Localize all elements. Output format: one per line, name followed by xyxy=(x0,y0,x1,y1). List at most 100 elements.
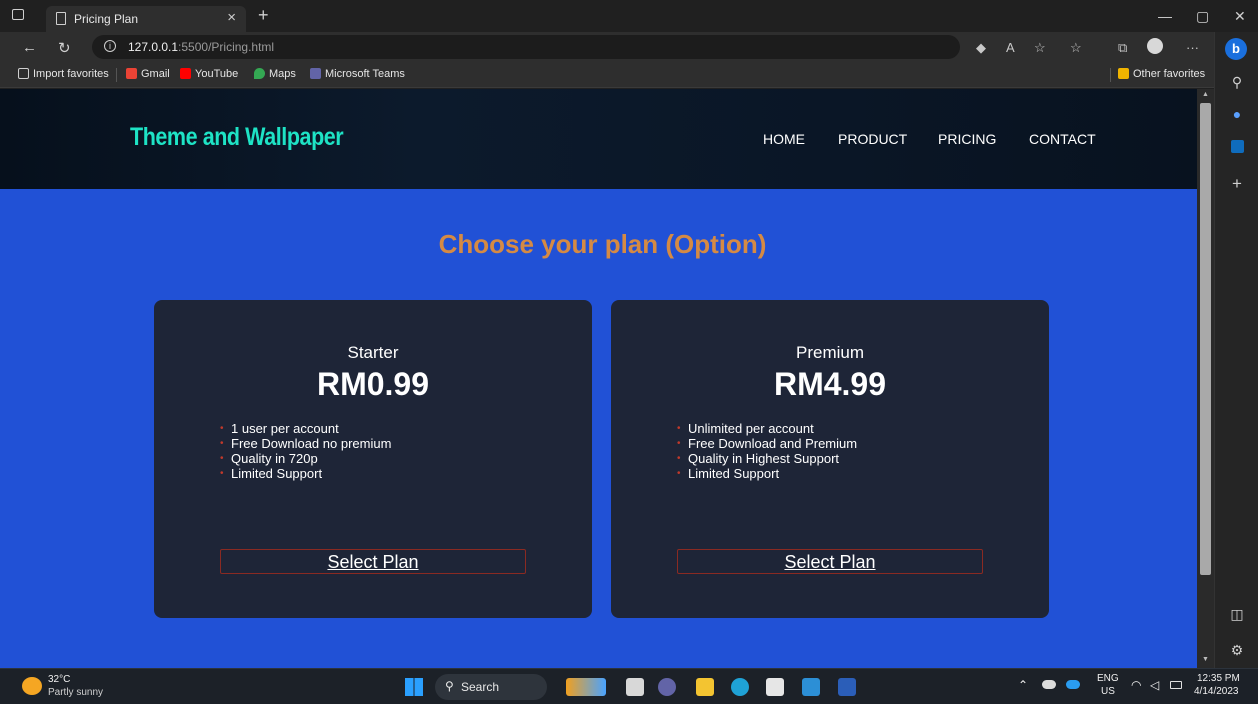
plan-name: Starter xyxy=(347,343,399,362)
more-menu-icon[interactable]: ··· xyxy=(1186,40,1199,55)
plan-card-starter: Starter RM0.99 1 user per account Free D… xyxy=(154,300,592,618)
nav-pricing[interactable]: PRICING xyxy=(938,131,996,147)
back-icon[interactable]: ← xyxy=(22,39,37,56)
youtube-link[interactable]: YouTube xyxy=(180,68,238,80)
minimize-icon[interactable]: — xyxy=(1158,8,1172,24)
hide-sidebar-icon[interactable]: ◫ xyxy=(1227,604,1247,624)
list-item: 1 user per account xyxy=(220,421,391,436)
copilot-icon[interactable]: ● xyxy=(1227,104,1247,124)
collections-icon[interactable]: ⧉ xyxy=(1118,40,1127,56)
clock-date[interactable]: 4/14/2023 xyxy=(1194,686,1239,697)
clock-time[interactable]: 12:35 PM xyxy=(1197,673,1240,684)
scroll-down-icon[interactable]: ▼ xyxy=(1202,656,1209,663)
active-tab[interactable]: Pricing Plan × xyxy=(46,6,246,32)
other-favorites-link[interactable]: Other favorites xyxy=(1118,68,1205,80)
import-favorites-link[interactable]: Import favorites xyxy=(18,68,109,80)
language-indicator[interactable]: ENG xyxy=(1097,673,1119,684)
outlook-icon[interactable] xyxy=(1227,138,1247,158)
plan-price: RM4.99 xyxy=(773,366,887,402)
nav-contact[interactable]: CONTACT xyxy=(1029,131,1096,147)
windows-taskbar: 32°C Partly sunny ⚲ Search ⌃ ENG US ◠ ◁ … xyxy=(0,668,1258,704)
maps-link[interactable]: Maps xyxy=(254,68,296,80)
site-logo[interactable]: Theme and Wallpaper xyxy=(130,123,344,152)
weather-icon[interactable] xyxy=(22,677,42,695)
profile-avatar[interactable] xyxy=(1147,38,1163,54)
import-icon xyxy=(18,68,29,79)
address-bar[interactable]: i 127.0.0.1:5500/Pricing.html xyxy=(92,35,960,59)
edge-sidebar: b ⚲ ● + ◫ ⚙ xyxy=(1214,32,1258,668)
add-favorite-icon[interactable]: ☆ xyxy=(1034,40,1046,56)
show-hidden-icons-icon[interactable]: ⌃ xyxy=(1018,678,1028,692)
list-item: Free Download no premium xyxy=(220,436,391,451)
teams-chat-icon[interactable] xyxy=(658,678,676,696)
page-icon xyxy=(56,12,66,25)
feature-list: 1 user per account Free Download no prem… xyxy=(220,421,391,481)
maps-icon xyxy=(254,68,265,79)
scrollbar-thumb[interactable] xyxy=(1200,103,1211,575)
settings-icon[interactable]: ⚙ xyxy=(1227,640,1247,660)
browser-tab-strip: Pricing Plan × + — ▢ ✕ xyxy=(0,0,1258,32)
list-item: Unlimited per account xyxy=(677,421,857,436)
nav-product[interactable]: PRODUCT xyxy=(838,131,907,147)
youtube-icon xyxy=(180,68,191,79)
plan-price: RM0.99 xyxy=(316,366,430,402)
gmail-link[interactable]: Gmail xyxy=(126,68,170,80)
select-plan-button[interactable]: Select Plan xyxy=(677,549,983,574)
widgets-icon[interactable] xyxy=(566,678,606,696)
list-item: Quality in 720p xyxy=(220,451,391,466)
read-aloud-icon[interactable]: A xyxy=(1006,40,1015,55)
page-viewport: Theme and Wallpaper HOME PRODUCT PRICING… xyxy=(0,89,1197,668)
favorites-divider xyxy=(1110,68,1111,82)
favorites-divider xyxy=(116,68,117,82)
bing-chat-icon[interactable]: b xyxy=(1225,38,1247,60)
new-tab-icon[interactable]: + xyxy=(258,5,269,26)
scroll-up-icon[interactable]: ▲ xyxy=(1202,91,1209,98)
tab-title: Pricing Plan xyxy=(74,12,139,26)
select-plan-button[interactable]: Select Plan xyxy=(220,549,526,574)
file-explorer-icon[interactable] xyxy=(696,678,714,696)
feature-list: Unlimited per account Free Download and … xyxy=(677,421,857,481)
close-tab-icon[interactable]: × xyxy=(227,9,236,26)
list-item: Quality in Highest Support xyxy=(677,451,857,466)
weather-desc[interactable]: Partly sunny xyxy=(48,687,103,698)
word-icon[interactable] xyxy=(838,678,856,696)
onedrive-icon[interactable] xyxy=(1066,680,1080,689)
list-item: Free Download and Premium xyxy=(677,436,857,451)
search-icon[interactable]: ⚲ xyxy=(1227,72,1247,92)
weather-temp[interactable]: 32°C xyxy=(48,674,70,685)
favorites-icon[interactable]: ☆ xyxy=(1070,40,1082,56)
favorites-bar: Import favorites Gmail YouTube Maps Micr… xyxy=(0,62,1214,88)
search-icon: ⚲ xyxy=(445,679,454,693)
volume-icon[interactable]: ◁ xyxy=(1150,678,1159,692)
nav-home[interactable]: HOME xyxy=(763,131,805,147)
add-sidebar-app-icon[interactable]: + xyxy=(1227,174,1247,194)
site-header: Theme and Wallpaper HOME PRODUCT PRICING… xyxy=(0,89,1197,189)
teams-link[interactable]: Microsoft Teams xyxy=(310,68,405,80)
browser-toolbar: ← ↻ i 127.0.0.1:5500/Pricing.html ◆ A ☆ … xyxy=(0,32,1214,62)
battery-icon[interactable] xyxy=(1170,681,1182,689)
page-scrollbar[interactable]: ▲ ▼ xyxy=(1197,89,1214,668)
task-view-icon[interactable] xyxy=(626,678,644,696)
teams-icon xyxy=(310,68,321,79)
cloud-icon[interactable] xyxy=(1042,680,1056,689)
windows-start-icon[interactable] xyxy=(405,678,423,696)
list-item: Limited Support xyxy=(677,466,857,481)
folder-icon xyxy=(1118,68,1129,79)
tab-actions-icon[interactable] xyxy=(12,9,24,20)
gmail-icon xyxy=(126,68,137,79)
plan-name: Premium xyxy=(795,343,864,362)
wifi-icon[interactable]: ◠ xyxy=(1131,678,1141,692)
list-item: Limited Support xyxy=(220,466,391,481)
edge-icon[interactable] xyxy=(731,678,749,696)
extension-icon[interactable]: ◆ xyxy=(976,40,986,56)
region-indicator[interactable]: US xyxy=(1101,686,1115,697)
store-icon[interactable] xyxy=(766,678,784,696)
close-window-icon[interactable]: ✕ xyxy=(1234,8,1246,25)
taskbar-search[interactable]: ⚲ Search xyxy=(435,674,547,700)
info-icon[interactable]: i xyxy=(104,40,116,52)
vscode-icon[interactable] xyxy=(802,678,820,696)
restore-icon[interactable]: ▢ xyxy=(1196,8,1209,25)
url-text: 127.0.0.1:5500/Pricing.html xyxy=(128,40,275,54)
page-title: Choose your plan (Option) xyxy=(438,229,767,259)
refresh-icon[interactable]: ↻ xyxy=(58,39,71,57)
